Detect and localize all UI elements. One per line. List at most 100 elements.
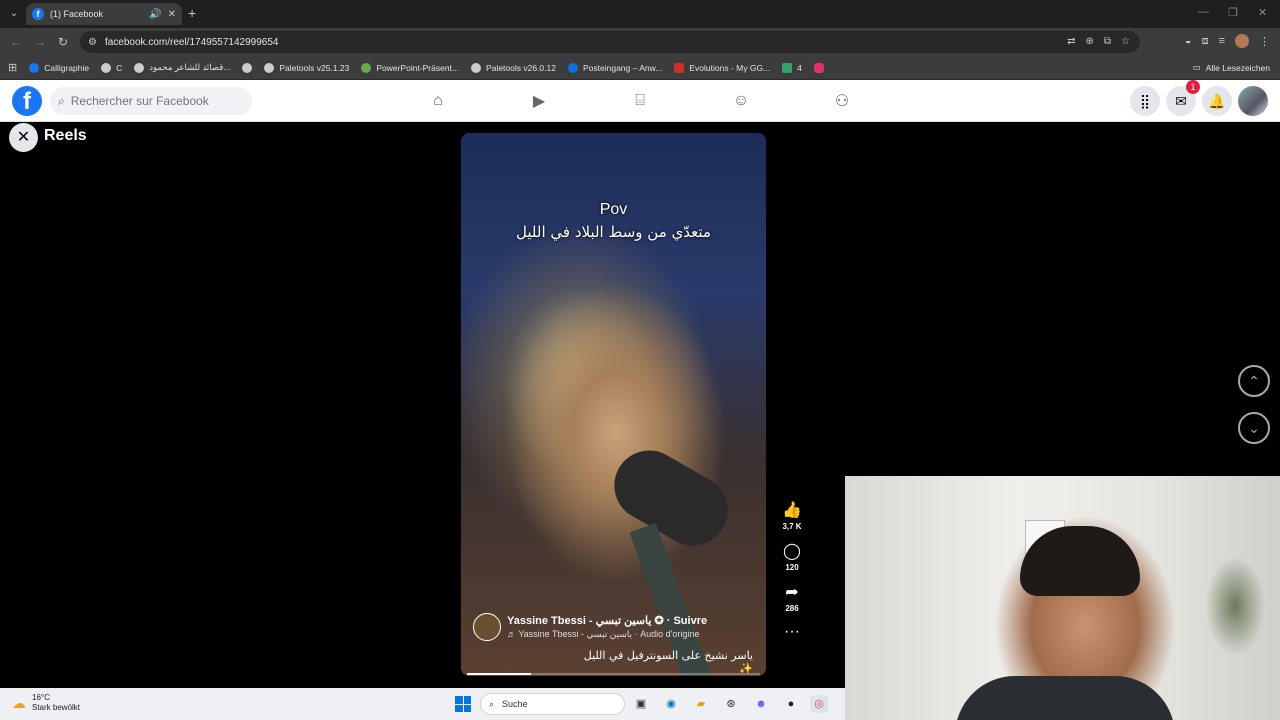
notifications-bell-icon[interactable]: 🔔: [1202, 86, 1232, 116]
steam-icon[interactable]: ⊛: [722, 695, 740, 713]
media-controls-icon[interactable]: ≡: [1219, 35, 1225, 47]
minimize-window-icon[interactable]: —: [1198, 6, 1209, 18]
bookmark-icon: [134, 62, 145, 73]
chrome-icon[interactable]: ◎: [810, 695, 828, 713]
more-dots-icon: ···: [784, 623, 800, 640]
task-view-icon[interactable]: ▣: [632, 695, 650, 713]
reel-video[interactable]: Pov متعدّي من وسط البلاد في الليل Yassin…: [461, 133, 766, 676]
share-count: 286: [785, 604, 799, 613]
site-info-icon[interactable]: ⚙: [88, 37, 97, 48]
like-button[interactable]: 👍 3,7 K: [777, 500, 807, 531]
next-reel-chevron-down-icon[interactable]: ⌄: [1238, 412, 1270, 444]
video-overlay-subtitle: متعدّي من وسط البلاد في الليل: [516, 223, 711, 241]
previous-reel-chevron-up-icon[interactable]: ⌃: [1238, 365, 1270, 397]
bookmark-item[interactable]: Paletools v25.1.23: [264, 62, 349, 73]
apps-grid-icon[interactable]: ⊞: [8, 61, 17, 74]
bookmark-item[interactable]: Paletools v26.0.12: [471, 62, 556, 73]
chrome-menu-icon[interactable]: ⋮: [1259, 35, 1270, 48]
url-text: facebook.com/reel/1749557142999654: [104, 36, 279, 48]
follow-link[interactable]: Suivre: [673, 615, 707, 627]
audio-playing-icon[interactable]: 🔊: [149, 9, 161, 20]
share-button[interactable]: ➦ 286: [777, 582, 807, 613]
temperature: 16°C: [32, 693, 50, 702]
video-progress-bar[interactable]: [467, 673, 760, 675]
bookmark-item[interactable]: Calligraphie: [29, 62, 89, 73]
bookmark-icon: [782, 62, 793, 73]
app-icon[interactable]: ●: [782, 695, 800, 713]
webcam-overlay: [845, 476, 1280, 720]
bookmark-item[interactable]: [813, 62, 824, 73]
bookmark-item[interactable]: C: [101, 62, 122, 73]
bookmark-icon: [264, 62, 275, 73]
bookmark-item[interactable]: 4: [782, 62, 802, 73]
weather-description: Stark bewölkt: [32, 703, 81, 712]
video-icon[interactable]: ▶: [509, 88, 569, 114]
search-input[interactable]: [70, 94, 241, 108]
taskbar-search[interactable]: ⌕ Suche: [480, 693, 625, 715]
bookmark-item[interactable]: Evolutions - My GG...: [674, 62, 770, 73]
address-bar[interactable]: ⚙ facebook.com/reel/1749557142999654: [80, 31, 1140, 53]
weather-widget[interactable]: ☁ 16°C Stark bewölkt: [12, 693, 80, 713]
gaming-icon[interactable]: ⚇: [812, 88, 872, 114]
tab-search-chevron-icon[interactable]: ⌄: [6, 6, 22, 22]
edge-browser-icon[interactable]: ◉: [662, 695, 680, 713]
menu-grid-icon[interactable]: ⣿: [1130, 86, 1160, 116]
all-bookmarks[interactable]: ▭ Alle Lesezeichen: [1193, 62, 1270, 73]
facebook-search[interactable]: ⌕: [50, 87, 252, 115]
share-arrow-icon: ➦: [785, 584, 799, 601]
bookmarks-bar: ⊞ Calligraphie C قصائد للشاعر محمود... P…: [0, 56, 1280, 80]
restore-window-icon[interactable]: ❐: [1228, 6, 1238, 19]
messenger-badge: 1: [1186, 80, 1200, 94]
zoom-icon[interactable]: ⊕: [1086, 36, 1094, 47]
instagram-icon: [813, 62, 824, 73]
close-window-icon[interactable]: ✕: [1258, 6, 1267, 19]
comment-button[interactable]: ◯ 120: [777, 541, 807, 572]
bookmark-icon: [29, 62, 40, 73]
groups-icon[interactable]: ☺: [711, 88, 771, 114]
close-reels-button[interactable]: ✕: [9, 123, 38, 152]
comment-bubble-icon: ◯: [783, 543, 801, 560]
bookmark-item[interactable]: [242, 62, 253, 73]
reload-icon[interactable]: ↻: [58, 35, 68, 49]
search-icon: ⌕: [489, 698, 495, 709]
folder-icon: ▭: [1192, 62, 1201, 72]
extensions-puzzle-icon[interactable]: ⧈: [1202, 35, 1209, 48]
video-progress-fill: [467, 673, 532, 675]
new-tab-button[interactable]: +: [188, 5, 196, 21]
author-avatar[interactable]: [473, 613, 501, 641]
bookmark-star-icon[interactable]: ☆: [1121, 36, 1130, 47]
bookmark-item[interactable]: PowerPoint-Präsent...: [361, 62, 459, 73]
bookmark-item[interactable]: Posteingang – Anw...: [567, 62, 662, 73]
bookmark-icon: [567, 62, 578, 73]
messenger-icon[interactable]: ✉ 1: [1166, 80, 1200, 116]
extension-icon[interactable]: ◒: [1185, 35, 1192, 47]
translate-icon[interactable]: ⇄: [1067, 36, 1075, 47]
account-avatar[interactable]: [1238, 86, 1268, 116]
video-overlay-text: Pov: [599, 201, 628, 218]
microphone-image: [601, 437, 741, 559]
back-arrow-icon[interactable]: ←: [10, 35, 22, 49]
bookmark-item[interactable]: قصائد للشاعر محمود...: [134, 62, 230, 73]
home-icon[interactable]: ⌂: [408, 88, 468, 114]
profile-avatar-icon[interactable]: [1235, 34, 1249, 48]
windows-start-icon[interactable]: [455, 696, 471, 712]
facebook-logo-icon[interactable]: f: [12, 86, 42, 116]
facebook-favicon-icon: f: [32, 8, 44, 20]
facebook-header: f ⌕ ⌂ ▶ ⌸ ☺ ⚇ ⣿ ✉ 1 🔔: [0, 80, 1280, 122]
author-name[interactable]: Yassine Tbessi - ياسين تبسي: [507, 615, 651, 627]
install-app-icon[interactable]: ⧉: [1104, 36, 1111, 47]
file-explorer-icon[interactable]: ▰: [692, 695, 710, 713]
verified-icon: ✪: [654, 615, 664, 627]
forward-arrow-icon[interactable]: →: [34, 35, 46, 49]
browser-tab-strip: ⌄ f (1) Facebook 🔊 ✕ + — ❐ ✕: [0, 0, 1280, 28]
marketplace-icon[interactable]: ⌸: [610, 88, 670, 114]
audio-source[interactable]: ♬ Yassine Tbessi - ياسين تبسي · Audio d'…: [507, 629, 707, 640]
browser-tab-facebook[interactable]: f (1) Facebook 🔊 ✕: [26, 3, 182, 25]
close-tab-icon[interactable]: ✕: [168, 9, 176, 20]
bookmark-icon: [101, 62, 112, 73]
bookmark-icon: [242, 62, 253, 73]
discord-icon[interactable]: ☻: [752, 695, 770, 713]
more-options-button[interactable]: ···: [777, 623, 807, 641]
reel-caption: ياسر نشيخ على السونترفيل في الليل ✨: [583, 649, 753, 675]
reel-author: Yassine Tbessi - ياسين تبسي ✪ · Suivre ♬…: [473, 613, 707, 641]
